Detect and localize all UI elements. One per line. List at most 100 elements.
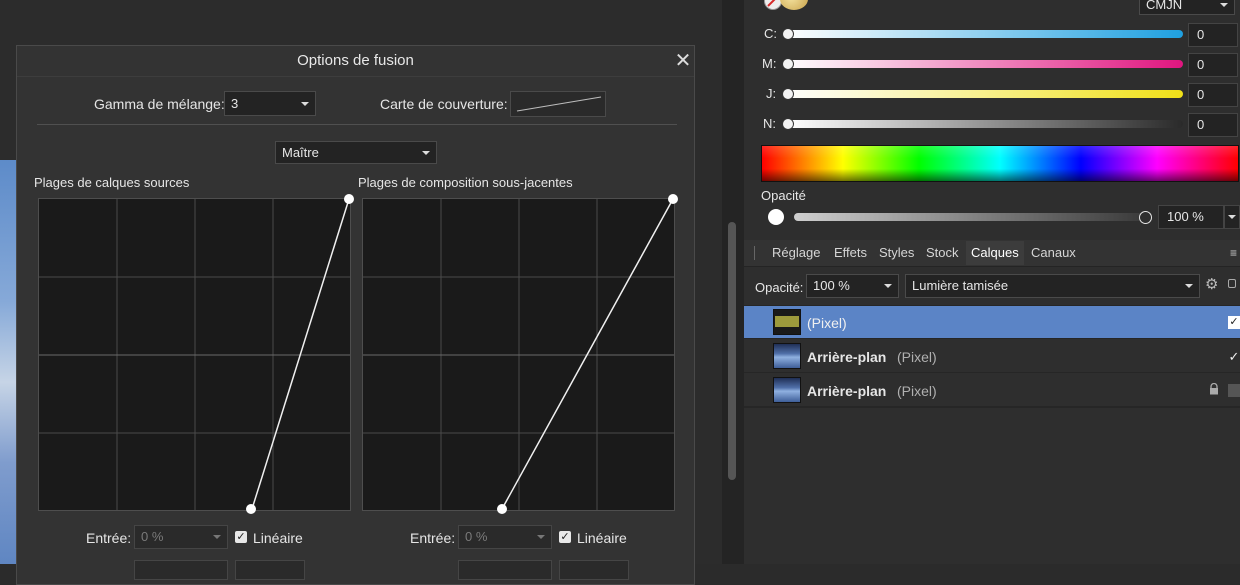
panel-scrollbar[interactable] (728, 222, 736, 480)
underlying-graph-svg (363, 198, 674, 510)
underlying-ranges-title: Plages de composition sous-jacentes (358, 175, 573, 190)
magenta-value: 0 (1197, 57, 1205, 72)
tab-channels[interactable]: Canaux (1031, 241, 1076, 265)
title-divider (17, 76, 694, 77)
opacity-dropdown[interactable] (1224, 205, 1240, 229)
yellow-value: 0 (1197, 87, 1205, 102)
coverage-curve (516, 96, 602, 112)
tab-layers[interactable]: Calques (966, 241, 1024, 265)
layer-row[interactable]: (Pixel) ✓ (744, 306, 1240, 339)
source-output-extra[interactable] (235, 560, 305, 580)
underlying-linear-checkbox[interactable]: ✓ (559, 531, 571, 543)
source-input-value: 0 % (141, 529, 164, 544)
black-slider-knob[interactable] (782, 118, 794, 130)
source-output-field[interactable] (134, 560, 228, 580)
magenta-value-field[interactable]: 0 (1188, 53, 1238, 77)
panel-menu-icon[interactable]: ≡ (1230, 246, 1240, 260)
yellow-slider-knob[interactable] (782, 88, 794, 100)
lock-icon[interactable] (1209, 382, 1219, 395)
cyan-label: C: (764, 26, 777, 41)
black-value-field[interactable]: 0 (1188, 113, 1238, 137)
yellow-value-field[interactable]: 0 (1188, 83, 1238, 107)
underlying-low-handle[interactable] (497, 504, 507, 514)
close-icon[interactable]: ✕ (672, 49, 694, 73)
layer-type: (Pixel) (807, 315, 847, 331)
opacity-slider[interactable] (794, 213, 1144, 221)
chevron-down-icon (301, 101, 309, 106)
no-color-swatch[interactable] (764, 0, 782, 10)
chevron-down-icon (213, 535, 221, 539)
tab-grip (754, 246, 755, 260)
cyan-value: 0 (1197, 27, 1205, 42)
layer-row[interactable]: Arrière-plan (Pixel) ✓ (744, 340, 1240, 373)
layer-visibility-checkbox[interactable]: ✓ (1228, 316, 1240, 329)
source-input-field[interactable]: 0 % (134, 525, 228, 549)
source-ranges-graph[interactable] (38, 198, 351, 511)
layer-opacity-value: 100 % (813, 278, 850, 293)
magenta-slider-knob[interactable] (782, 58, 794, 70)
underlying-output-extra[interactable] (559, 560, 629, 580)
yellow-slider[interactable] (786, 90, 1183, 98)
cyan-slider-knob[interactable] (782, 28, 794, 40)
layer-thumbnail-fill (775, 316, 799, 327)
layer-visibility-checkbox[interactable]: ✓ (1228, 350, 1240, 363)
layer-row[interactable]: Arrière-plan (Pixel) (744, 374, 1240, 407)
color-mode-select[interactable]: CMJN (1139, 0, 1235, 15)
fill-color-swatch[interactable] (780, 0, 808, 10)
source-ranges-title: Plages de calques sources (34, 175, 190, 190)
gear-icon[interactable]: ⚙ (1205, 276, 1221, 294)
source-low-handle[interactable] (246, 504, 256, 514)
tab-effects[interactable]: Effets (834, 241, 867, 265)
black-label: N: (763, 116, 776, 131)
lock-icon[interactable] (1228, 279, 1236, 288)
source-linear-label: Linéaire (253, 530, 303, 546)
blend-mode-select[interactable]: Lumière tamisée (905, 274, 1200, 298)
underlying-output-field[interactable] (458, 560, 552, 580)
layer-thumbnail (773, 309, 801, 335)
source-input-label: Entrée: (86, 530, 132, 546)
underlying-input-field[interactable]: 0 % (458, 525, 552, 549)
tab-stock[interactable]: Stock (926, 241, 959, 265)
source-high-handle[interactable] (344, 194, 354, 204)
chevron-down-icon (1228, 215, 1236, 219)
layer-name: Arrière-plan (807, 383, 887, 399)
layer-type: (Pixel) (897, 349, 937, 365)
blend-options-dialog: Options de fusion ✕ Gamma de mélange: 3 … (16, 45, 695, 585)
chevron-down-icon (422, 150, 430, 155)
black-value: 0 (1197, 117, 1205, 132)
layer-thumbnail (773, 343, 801, 369)
opacity-label: Opacité (761, 188, 806, 203)
color-spectrum[interactable] (761, 145, 1239, 182)
color-mode-value: CMJN (1146, 0, 1183, 12)
underlying-linear-label: Linéaire (577, 530, 627, 546)
opacity-value-field[interactable]: 100 % (1158, 205, 1224, 229)
source-linear-checkbox[interactable]: ✓ (235, 531, 247, 543)
source-graph-svg (39, 198, 350, 510)
gamma-select[interactable]: 3 (224, 91, 316, 116)
coverage-map-button[interactable] (510, 91, 606, 117)
layer-visibility-checkbox[interactable] (1228, 384, 1240, 397)
tab-styles[interactable]: Styles (879, 241, 914, 265)
chevron-down-icon (1185, 284, 1193, 288)
layer-type: (Pixel) (897, 383, 937, 399)
underlying-ranges-graph[interactable] (362, 198, 675, 511)
cyan-slider[interactable] (786, 30, 1183, 38)
chevron-down-icon (884, 284, 892, 288)
yellow-label: J: (766, 86, 777, 101)
underlying-input-value: 0 % (465, 529, 488, 544)
black-slider[interactable] (786, 120, 1183, 128)
opacity-swatch (768, 209, 784, 225)
coverage-label: Carte de couverture: (380, 96, 508, 112)
layer-opacity-select[interactable]: 100 % (806, 274, 899, 298)
channel-select[interactable]: Maître (275, 141, 437, 164)
opacity-value: 100 % (1167, 209, 1204, 224)
separator (37, 124, 677, 125)
chevron-down-icon (537, 535, 545, 539)
underlying-high-handle[interactable] (668, 194, 678, 204)
dialog-title: Options de fusion (297, 52, 414, 69)
tab-adjustments[interactable]: Réglage (772, 241, 820, 265)
layer-thumbnail (773, 377, 801, 403)
magenta-slider[interactable] (786, 60, 1183, 68)
opacity-slider-knob[interactable] (1139, 211, 1152, 224)
cyan-value-field[interactable]: 0 (1188, 23, 1238, 47)
